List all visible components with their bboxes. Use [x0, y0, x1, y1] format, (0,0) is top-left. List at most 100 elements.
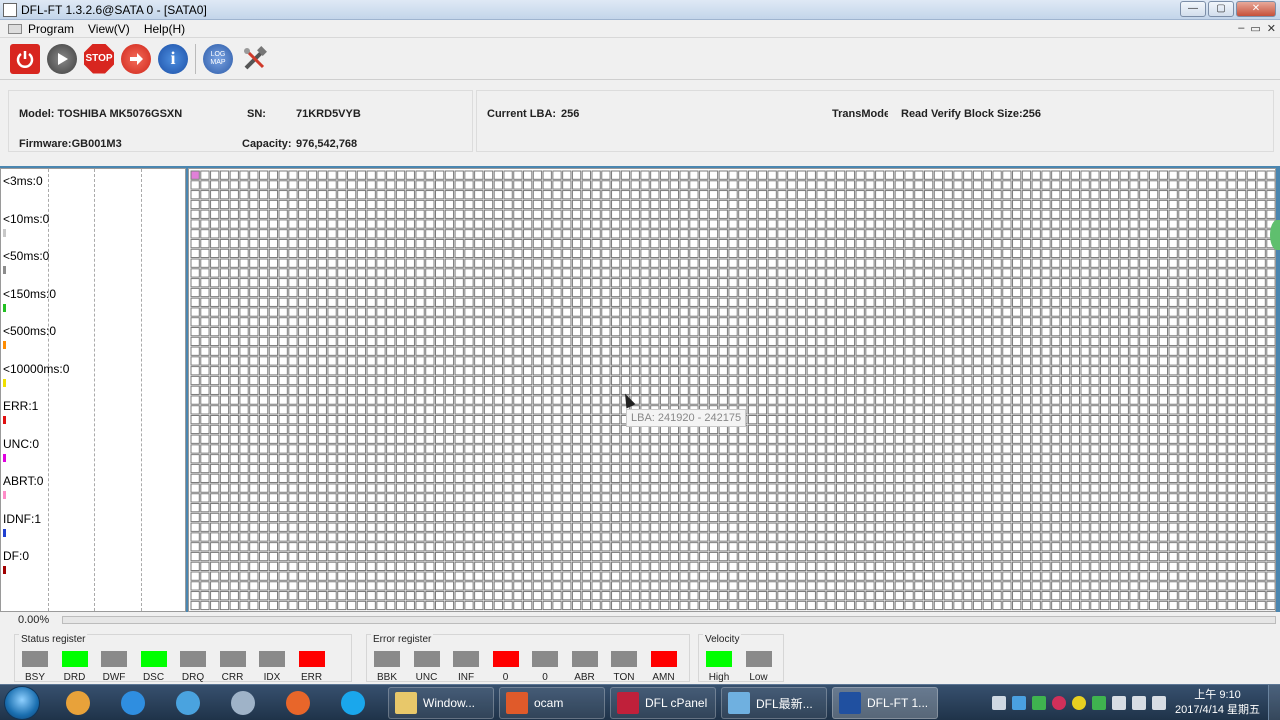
lba-block[interactable]	[1266, 326, 1275, 337]
lba-block[interactable]	[933, 415, 944, 425]
lba-block[interactable]	[689, 229, 699, 239]
lba-block[interactable]	[1256, 463, 1266, 474]
lba-block[interactable]	[307, 561, 318, 572]
lba-block[interactable]	[210, 561, 220, 572]
lba-block[interactable]	[1148, 522, 1159, 532]
lba-block[interactable]	[1109, 473, 1120, 483]
lba-block[interactable]	[894, 287, 904, 298]
lba-block[interactable]	[395, 415, 406, 425]
lba-block[interactable]	[190, 522, 200, 532]
lba-block[interactable]	[884, 209, 895, 219]
lba-block[interactable]	[435, 463, 445, 474]
lba-block[interactable]	[963, 424, 973, 435]
lba-block[interactable]	[288, 170, 298, 180]
lba-block[interactable]	[1012, 190, 1022, 200]
lba-block[interactable]	[425, 170, 435, 180]
lba-block[interactable]	[1021, 493, 1032, 503]
lba-block[interactable]	[474, 444, 484, 454]
lba-block[interactable]	[1119, 473, 1129, 483]
lba-block[interactable]	[356, 561, 367, 572]
lba-block[interactable]	[532, 424, 543, 435]
lba-block[interactable]	[376, 199, 386, 210]
lba-block[interactable]	[1148, 199, 1159, 210]
lba-block[interactable]	[591, 600, 601, 611]
lba-block[interactable]	[601, 434, 611, 444]
lba-block[interactable]	[689, 581, 699, 591]
lba-block[interactable]	[982, 473, 992, 483]
lba-block[interactable]	[444, 229, 455, 239]
lba-block[interactable]	[278, 532, 288, 542]
lba-block[interactable]	[992, 463, 1002, 474]
lba-block[interactable]	[757, 326, 768, 337]
lba-block[interactable]	[1060, 434, 1071, 444]
lba-block[interactable]	[659, 356, 670, 366]
lba-block[interactable]	[278, 229, 288, 239]
lba-block[interactable]	[307, 317, 318, 327]
lba-block[interactable]	[933, 170, 944, 180]
lba-block[interactable]	[679, 190, 689, 200]
lba-block[interactable]	[571, 307, 582, 317]
lba-block[interactable]	[640, 366, 650, 376]
lba-block[interactable]	[865, 385, 875, 395]
stop-button[interactable]: STOP	[84, 43, 114, 74]
lba-block[interactable]	[327, 346, 337, 356]
lba-block[interactable]	[777, 219, 787, 229]
lba-block[interactable]	[689, 170, 699, 180]
lba-block[interactable]	[855, 366, 865, 376]
lba-block[interactable]	[591, 483, 601, 493]
lba-block[interactable]	[972, 454, 983, 464]
lba-block[interactable]	[1021, 522, 1032, 532]
lba-block[interactable]	[1236, 395, 1247, 405]
lba-block[interactable]	[386, 493, 396, 503]
lba-block[interactable]	[376, 591, 386, 601]
lba-block[interactable]	[1080, 278, 1090, 288]
lba-block[interactable]	[718, 170, 728, 180]
lba-block[interactable]	[1129, 180, 1139, 190]
lba-block[interactable]	[611, 287, 621, 298]
lba-block[interactable]	[884, 268, 895, 278]
lba-block[interactable]	[1080, 581, 1090, 591]
lba-block[interactable]	[855, 483, 865, 493]
lba-block[interactable]	[845, 405, 856, 415]
lba-block[interactable]	[552, 473, 562, 483]
lba-block[interactable]	[581, 532, 592, 542]
lba-block[interactable]	[826, 297, 836, 307]
lba-block[interactable]	[620, 326, 631, 337]
lba-block[interactable]	[875, 395, 885, 405]
lba-block[interactable]	[552, 346, 562, 356]
lba-block[interactable]	[258, 268, 269, 278]
lba-block[interactable]	[1100, 356, 1110, 366]
lba-block[interactable]	[1109, 229, 1120, 239]
lba-block[interactable]	[552, 493, 562, 503]
lba-block[interactable]	[1256, 385, 1266, 395]
lba-block[interactable]	[229, 434, 239, 444]
lba-block[interactable]	[200, 424, 210, 435]
lba-block[interactable]	[1217, 238, 1227, 249]
lba-block[interactable]	[210, 336, 220, 347]
lba-block[interactable]	[1266, 375, 1275, 386]
lba-block[interactable]	[1266, 444, 1275, 454]
lba-block[interactable]	[337, 190, 347, 200]
lba-block[interactable]	[190, 356, 200, 366]
lba-block[interactable]	[513, 493, 523, 503]
lba-block[interactable]	[395, 463, 406, 474]
lba-block[interactable]	[356, 542, 367, 552]
lba-block[interactable]	[219, 542, 230, 552]
lba-block[interactable]	[513, 571, 523, 581]
lba-block[interactable]	[845, 532, 856, 542]
lba-block[interactable]	[816, 542, 826, 552]
lba-block[interactable]	[904, 551, 914, 562]
lba-block[interactable]	[747, 581, 758, 591]
lba-block[interactable]	[278, 199, 288, 210]
lba-block[interactable]	[894, 278, 904, 288]
lba-block[interactable]	[1100, 532, 1110, 542]
lba-block[interactable]	[914, 405, 924, 415]
lba-block[interactable]	[552, 571, 562, 581]
lba-block[interactable]	[855, 551, 865, 562]
lba-block[interactable]	[591, 385, 601, 395]
lba-block[interactable]	[327, 297, 337, 307]
lba-block[interactable]	[914, 551, 924, 562]
lba-block[interactable]	[366, 503, 376, 513]
lba-block[interactable]	[943, 219, 953, 229]
lba-block[interactable]	[630, 170, 640, 180]
